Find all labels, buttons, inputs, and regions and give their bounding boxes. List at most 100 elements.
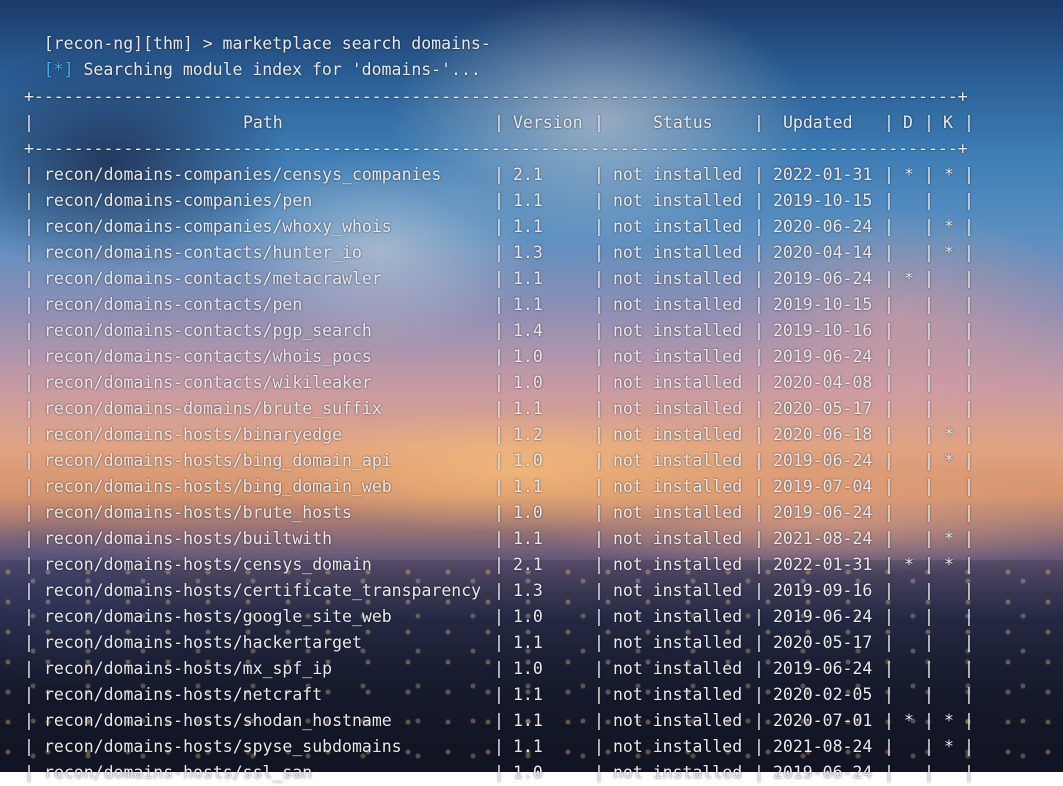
cell-k: * <box>944 529 954 548</box>
column-divider: | <box>754 503 764 522</box>
cell-status: not installed <box>613 269 743 288</box>
column-divider: | <box>924 113 934 132</box>
cell-version: 1.1 <box>513 295 543 314</box>
cell-version: 1.1 <box>513 269 543 288</box>
column-divider: | <box>594 659 604 678</box>
column-divider: | <box>924 165 934 184</box>
column-divider: | <box>884 737 894 756</box>
column-divider: | <box>964 763 974 782</box>
column-divider: | <box>24 659 34 678</box>
column-divider: | <box>884 711 894 730</box>
column-divider: | <box>754 477 764 496</box>
table-row: | | | | | | | recon/domains-hosts/bing_domain_a… <box>0 448 1063 474</box>
cell-status: not installed <box>613 425 743 444</box>
cell-status: not installed <box>613 165 743 184</box>
cell-version: 1.1 <box>513 737 543 756</box>
column-divider: | <box>494 347 504 366</box>
column-divider: | <box>594 347 604 366</box>
cell-updated: 2019-06-24 <box>773 451 873 470</box>
column-divider: | <box>884 243 894 262</box>
cell-status: not installed <box>613 191 743 210</box>
table-row: | | | | | | | recon/domains-hosts/netcraft 1.1 no… <box>0 682 1063 708</box>
cell-k: * <box>944 711 954 730</box>
cell-d: * <box>904 165 914 184</box>
table-row: | | | | | | | recon/domains-contacts/whois_pocs… <box>0 344 1063 370</box>
cell-status: not installed <box>613 347 743 366</box>
column-divider: | <box>884 191 894 210</box>
cell-version: 1.1 <box>513 399 543 418</box>
column-divider: | <box>924 581 934 600</box>
column-divider: | <box>884 269 894 288</box>
column-divider: | <box>594 607 604 626</box>
column-divider: | <box>594 113 604 132</box>
column-divider: | <box>754 425 764 444</box>
table-row: | | | | | | | recon/domains-hosts/hackertarget 1… <box>0 630 1063 656</box>
cell-version: 1.0 <box>513 503 543 522</box>
column-divider: | <box>884 425 894 444</box>
cell-version: 1.3 <box>513 581 543 600</box>
column-divider: | <box>494 269 504 288</box>
column-divider: | <box>24 763 34 782</box>
column-divider: | <box>924 347 934 366</box>
column-divider: | <box>884 633 894 652</box>
column-divider: | <box>24 269 34 288</box>
cell-status: not installed <box>613 555 743 574</box>
column-divider: | <box>24 347 34 366</box>
table-row: | | | | | | | recon/domains-hosts/spyse_subdoma… <box>0 734 1063 760</box>
cell-updated: 2019-06-24 <box>773 659 873 678</box>
column-divider: | <box>24 243 34 262</box>
cell-k: * <box>944 555 954 574</box>
table-row: | | | | | | | recon/domains-contacts/pgp_search… <box>0 318 1063 344</box>
table-row: | | | | | | | recon/domains-hosts/censys_domain… <box>0 552 1063 578</box>
column-divider: | <box>494 711 504 730</box>
column-divider: | <box>594 451 604 470</box>
column-divider: | <box>494 607 504 626</box>
cell-path: recon/domains-contacts/wikileaker <box>44 373 372 392</box>
table-row: | | | | | | | recon/domains-hosts/certificate_t… <box>0 578 1063 604</box>
cell-status: not installed <box>613 659 743 678</box>
column-divider: | <box>494 503 504 522</box>
column-divider: | <box>924 243 934 262</box>
cell-version: 1.2 <box>513 425 543 444</box>
cell-d: * <box>904 711 914 730</box>
terminal-window[interactable]: [recon-ng][thm] > marketplace search dom… <box>0 0 1063 782</box>
column-divider: | <box>884 659 894 678</box>
cell-status: not installed <box>613 451 743 470</box>
cell-path: recon/domains-contacts/pgp_search <box>44 321 372 340</box>
cell-updated: 2019-10-16 <box>773 321 873 340</box>
column-divider: | <box>964 321 974 340</box>
column-divider: | <box>754 321 764 340</box>
column-divider: | <box>964 217 974 236</box>
column-divider: | <box>494 581 504 600</box>
column-divider: | <box>884 321 894 340</box>
column-divider: | <box>594 373 604 392</box>
cell-path: recon/domains-hosts/bing_domain_api <box>44 451 392 470</box>
cell-updated: 2019-06-24 <box>773 607 873 626</box>
column-divider: | <box>964 243 974 262</box>
cell-version: 1.3 <box>513 243 543 262</box>
table-row: | | | | | | | recon/domains-contacts/wikileaker… <box>0 370 1063 396</box>
table-row: | | | | | | | recon/domains-hosts/mx_spf_ip 1.0 n… <box>0 656 1063 682</box>
cell-path: recon/domains-contacts/hunter_io <box>44 243 362 262</box>
table-row: | | | | | | | recon/domains-domains/brute_suffi… <box>0 396 1063 422</box>
column-divider: | <box>924 477 934 496</box>
column-divider: | <box>964 269 974 288</box>
column-divider: | <box>494 295 504 314</box>
column-divider: | <box>884 581 894 600</box>
column-divider: | <box>24 113 34 132</box>
column-divider: | <box>754 711 764 730</box>
column-divider: | <box>884 529 894 548</box>
header-k: K <box>943 113 953 132</box>
column-divider: | <box>924 711 934 730</box>
column-divider: | <box>964 685 974 704</box>
column-divider: | <box>494 373 504 392</box>
column-divider: | <box>924 399 934 418</box>
column-divider: | <box>594 477 604 496</box>
column-divider: | <box>924 737 934 756</box>
cell-version: 1.1 <box>513 217 543 236</box>
cell-version: 1.0 <box>513 607 543 626</box>
column-divider: | <box>884 373 894 392</box>
column-divider: | <box>884 607 894 626</box>
column-divider: | <box>594 217 604 236</box>
cell-path: recon/domains-hosts/google_site_web <box>44 607 392 626</box>
